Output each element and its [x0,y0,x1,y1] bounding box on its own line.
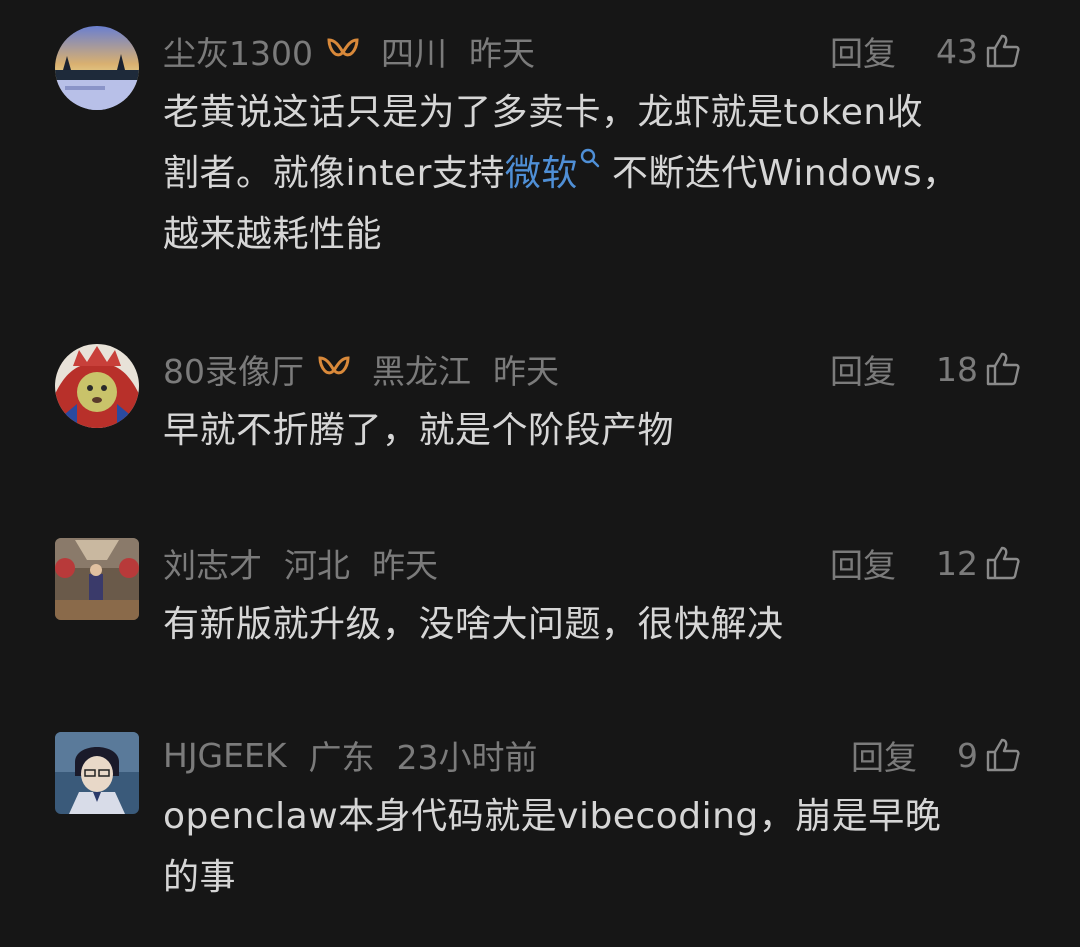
comment-meta: 尘灰1300 四川 昨天 [163,26,535,76]
avatar[interactable] [55,732,139,814]
region-label: 黑龙江 [372,352,471,391]
region-label: 河北 [284,546,350,585]
avatar[interactable] [55,26,139,110]
time-label: 昨天 [493,352,559,391]
comment-text-line: 割者。就像inter支持微软 不断迭代Windows， [163,143,1023,204]
thumbs-up-icon[interactable] [984,350,1022,388]
author-name[interactable]: HJGEEK [163,736,286,775]
search-icon[interactable] [578,146,604,172]
comment-actions: 回复 9 [851,730,1022,780]
avatar[interactable] [55,344,139,428]
comment-meta: 刘志才 河北 昨天 [163,538,438,588]
reply-button[interactable]: 回复 [830,27,896,75]
reply-button[interactable]: 回复 [830,539,896,587]
search-link[interactable]: 微软 [505,153,578,194]
like-count: 43 [936,31,978,71]
comment-text-line: openclaw本身代码就是vibecoding，崩是早晚 [163,796,942,837]
author-name[interactable]: 80录像厅 [163,345,304,393]
like-count: 9 [957,735,978,775]
comment-text-line: 的事 [163,857,237,898]
comment-list: 尘灰1300 四川 昨天 回复 43 老黄说这话只是为了多卖卡，龙虾就是toke… [0,0,1080,947]
comment-text: 早就不折腾了，就是个阶段产物 [163,400,1023,461]
region-label: 广东 [308,738,375,777]
comment-text-fragment: 不断迭代Windows， [611,153,959,194]
like-count: 12 [936,543,978,583]
comment-text-line: 早就不折腾了，就是个阶段产物 [163,410,675,451]
comment-text-line: 越来越耗性能 [163,214,383,255]
ribbon-badge-icon [327,38,359,57]
comment-text-line: 老黄说这话只是为了多卖卡，龙虾就是token收 [163,92,924,133]
comment-actions: 回复 18 [830,344,1022,394]
author-name[interactable]: 尘灰1300 [163,27,313,75]
comment-text-line: 有新版就升级，没啥大问题，很快解决 [163,604,784,645]
avatar[interactable] [55,538,139,620]
time-label: 23小时前 [396,738,538,777]
region-label: 四川 [380,34,447,73]
comment-text-fragment: 割者。就像inter支持 [163,153,505,194]
comment-meta: HJGEEK 广东 23小时前 [163,730,537,780]
thumbs-up-icon[interactable] [984,544,1022,582]
like-count: 18 [936,349,978,389]
comment-text: 老黄说这话只是为了多卖卡，龙虾就是token收 割者。就像inter支持微软 不断… [163,82,1023,265]
reply-button[interactable]: 回复 [851,731,917,779]
thumbs-up-icon[interactable] [984,736,1022,774]
thumbs-up-icon[interactable] [984,32,1022,70]
comment-actions: 回复 12 [830,538,1022,588]
time-label: 昨天 [372,546,438,585]
reply-button[interactable]: 回复 [830,345,896,393]
author-name[interactable]: 刘志才 [163,539,262,587]
comment-actions: 回复 43 [830,26,1022,76]
ribbon-badge-icon [318,356,350,375]
comment-text: 有新版就升级，没啥大问题，很快解决 [163,594,1023,655]
time-label: 昨天 [468,34,535,73]
comment-meta: 80录像厅 黑龙江 昨天 [163,344,559,394]
comment-text: openclaw本身代码就是vibecoding，崩是早晚 的事 [163,786,1023,908]
